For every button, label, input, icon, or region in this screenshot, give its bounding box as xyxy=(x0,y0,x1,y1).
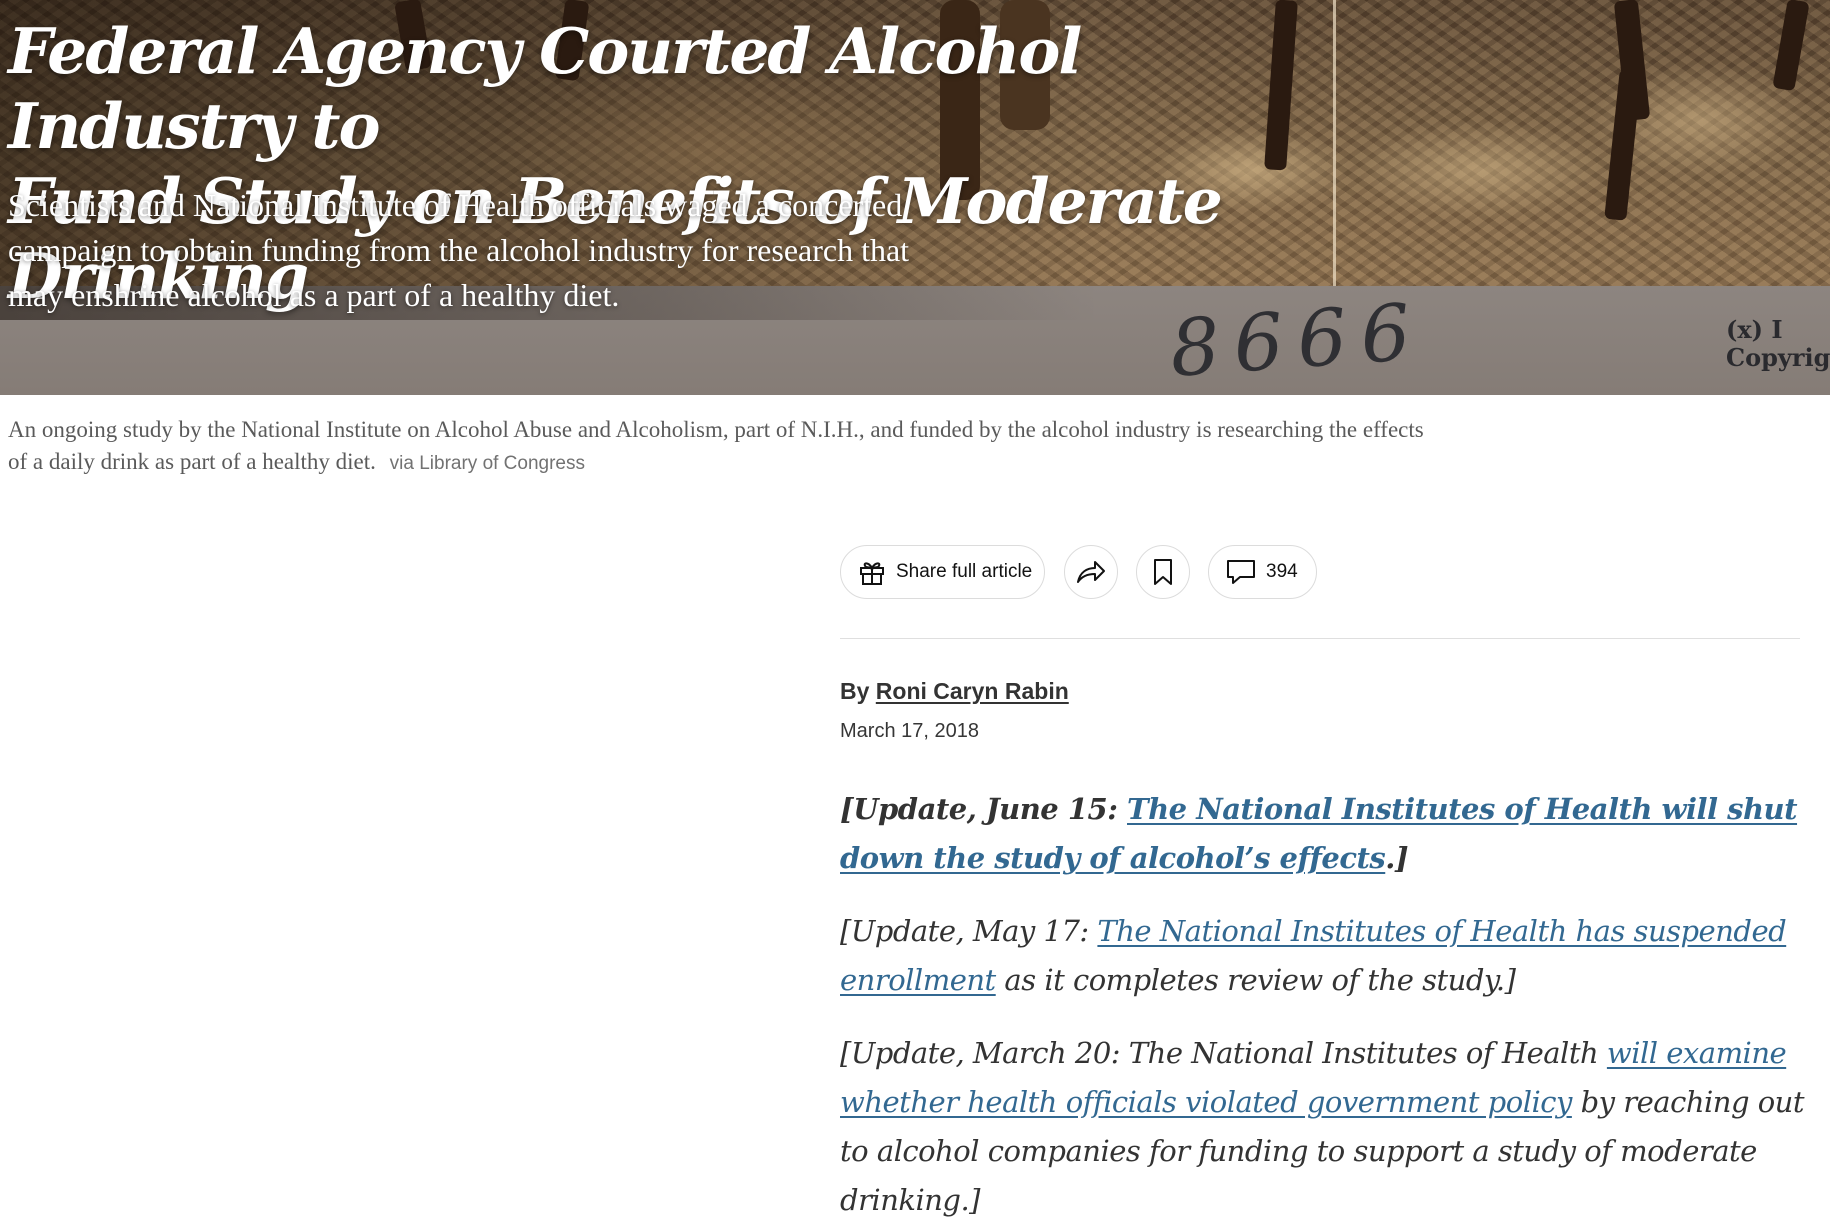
image-credit: via Library of Congress xyxy=(389,453,586,474)
update-note: [Update, March 20: The National Institut… xyxy=(840,1029,1805,1225)
update-note: [Update, May 17: The National Institutes… xyxy=(840,907,1805,1005)
update-text: [Update, March 20: The National Institut… xyxy=(840,1036,1607,1070)
article-summary: Scientists and National Institute of Hea… xyxy=(8,187,910,313)
save-button[interactable] xyxy=(1136,545,1190,599)
comments-button[interactable]: 394 xyxy=(1208,545,1317,599)
chair-leg xyxy=(1772,0,1810,92)
update-note: [Update, June 15: The National Institute… xyxy=(840,785,1805,883)
copyright-line: Copyrigh xyxy=(1726,343,1830,372)
copyright-line: (x) I xyxy=(1726,315,1783,344)
update-text: as it completes review of the study.] xyxy=(995,963,1516,997)
bookmark-icon xyxy=(1151,557,1175,587)
share-full-article-button[interactable]: Share full article xyxy=(840,545,1045,599)
hero-image: 8666 (x) I Copyrigh Federal Agency Court… xyxy=(0,0,1830,395)
share-button[interactable] xyxy=(1064,545,1118,599)
publish-date: March 17, 2018 xyxy=(840,720,979,742)
article-updates: [Update, June 15: The National Institute… xyxy=(840,785,1805,1230)
update-text: [Update, June 15: xyxy=(840,792,1127,826)
copyright-mark: (x) I Copyrigh xyxy=(1726,316,1830,372)
author-link[interactable]: Roni Caryn Rabin xyxy=(876,678,1069,704)
share-arrow-icon xyxy=(1075,558,1107,586)
comment-bubble-icon xyxy=(1225,558,1257,586)
image-caption: An ongoing study by the National Institu… xyxy=(8,414,1428,480)
headline-line: Federal Agency Courted Alcohol Industry … xyxy=(8,14,1082,163)
comment-count: 394 xyxy=(1266,561,1298,582)
chair-leg xyxy=(1604,69,1642,221)
divider xyxy=(840,638,1800,639)
gift-icon xyxy=(857,557,887,587)
stereo-divider xyxy=(1333,0,1336,286)
update-text: [Update, May 17: xyxy=(840,914,1098,948)
byline-prefix: By xyxy=(840,678,870,704)
byline: By Roni Caryn Rabin xyxy=(840,678,1069,705)
update-text: .] xyxy=(1385,841,1409,875)
share-label: Share full article xyxy=(896,561,1033,582)
caption-text: An ongoing study by the National Institu… xyxy=(8,417,1424,474)
